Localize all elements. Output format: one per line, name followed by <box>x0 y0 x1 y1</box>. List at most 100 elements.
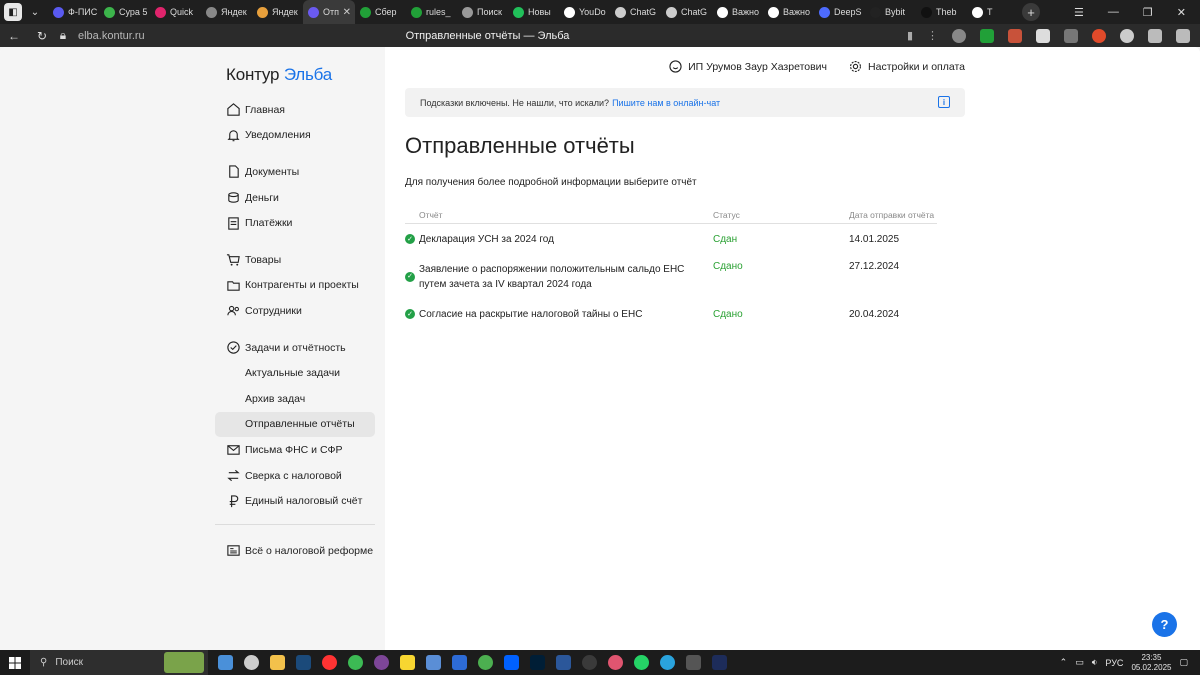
app-notes-icon[interactable] <box>400 655 415 670</box>
browser-tab[interactable]: DeepS <box>814 0 865 24</box>
report-name[interactable]: ✓ Согласие на раскрытие налоговой тайны о… <box>405 307 713 322</box>
app-steam-icon[interactable] <box>296 655 311 670</box>
browser-tab[interactable]: Bybit <box>865 0 916 24</box>
document-icon <box>225 164 241 180</box>
sidebar-item[interactable]: Отправленные отчёты <box>215 411 375 438</box>
app-telegram-icon[interactable] <box>660 655 675 670</box>
browser-tab[interactable]: Яндек <box>201 0 252 24</box>
taskbar-search[interactable]: ⚲ Поиск <box>30 650 208 675</box>
report-name[interactable]: ✓ Заявление о распоряжении положительным … <box>405 262 713 292</box>
extension-b-icon[interactable] <box>1092 28 1106 43</box>
sidebar-item[interactable]: Письма ФНС и СФР <box>215 437 375 463</box>
browser-tab[interactable]: ChatG <box>610 0 661 24</box>
app-chrome-icon[interactable] <box>348 655 363 670</box>
browser-tab[interactable]: Важно <box>712 0 763 24</box>
browser-tab[interactable]: Quick <box>150 0 201 24</box>
tray-chevron-icon[interactable]: ⌃ <box>1060 657 1068 668</box>
tray-language[interactable]: РУС <box>1105 658 1123 668</box>
browser-tab[interactable]: Сура 5 <box>99 0 150 24</box>
close-window-button[interactable]: ✕ <box>1177 6 1186 19</box>
browser-tab[interactable]: Сбер <box>355 0 406 24</box>
browser-tab[interactable]: ChatG <box>661 0 712 24</box>
info-icon[interactable]: i <box>938 96 950 108</box>
app-tor-icon[interactable] <box>374 655 389 670</box>
sidebar-item-label: Отправленные отчёты <box>245 418 355 431</box>
app-c-icon[interactable] <box>582 655 597 670</box>
table-row[interactable]: ✓ Согласие на раскрытие налоговой тайны о… <box>405 299 937 329</box>
report-name[interactable]: ✓ Декларация УСН за 2024 год <box>405 232 713 247</box>
start-button[interactable] <box>0 656 30 669</box>
sidebar-item[interactable]: Сверка с налоговой <box>215 463 375 489</box>
sidebar-item[interactable]: Сотрудники <box>215 298 375 324</box>
tray-volume-icon[interactable]: 🔉︎ <box>1092 657 1098 668</box>
tab-favicon-icon <box>206 6 217 18</box>
app-grid-icon[interactable] <box>452 655 467 670</box>
browser-tab[interactable]: Яндек <box>252 0 303 24</box>
app-dropbox-icon[interactable] <box>504 655 519 670</box>
user-menu[interactable]: ИП Урумов Заур Хазретович <box>669 60 827 73</box>
tray-clock[interactable]: 23:35 05.02.2025 <box>1131 653 1171 673</box>
extension-play-icon[interactable] <box>1120 28 1134 43</box>
sidebar-item[interactable]: Документы <box>215 159 375 185</box>
browser-tab[interactable]: Важно <box>763 0 814 24</box>
report-status: Сдано <box>713 308 743 320</box>
extension-red-icon[interactable] <box>1008 28 1022 43</box>
sidebar-item[interactable]: Платёжки <box>215 210 375 236</box>
table-row[interactable]: ✓ Декларация УСН за 2024 год Сдан 14.01.202… <box>405 224 937 254</box>
sidebar-item-label: Платёжки <box>245 217 293 230</box>
app-calculator-icon[interactable] <box>426 655 441 670</box>
browser-tab[interactable]: YouDo <box>559 0 610 24</box>
extension-check-icon[interactable] <box>1064 28 1078 43</box>
sidebar-item[interactable]: Задачи и отчётность <box>215 335 375 361</box>
tray-battery-icon[interactable]: ▭ <box>1075 657 1084 668</box>
app-cart-icon[interactable] <box>686 655 701 670</box>
header-date: Дата отправки отчёта <box>849 210 935 220</box>
sidebar-item[interactable]: Архив задач <box>215 386 375 412</box>
browser-tab[interactable]: Отп ✕ <box>303 0 355 24</box>
settings-link[interactable]: Настройки и оплата <box>849 60 965 73</box>
new-tab-button[interactable]: + <box>1022 3 1040 21</box>
sidebar-item[interactable]: Главная <box>215 97 375 123</box>
app-whatsapp-icon[interactable] <box>634 655 649 670</box>
sidebar-item-tax-reform[interactable]: Всё о налоговой реформе <box>215 538 375 564</box>
app-star-icon[interactable] <box>608 655 623 670</box>
sidebar-item[interactable]: Единый налоговый счёт <box>215 488 375 514</box>
sidebar-item[interactable]: Контрагенты и проекты <box>215 273 375 299</box>
tab-favicon-icon <box>870 6 881 18</box>
tab-list-chevron-icon[interactable]: ⌄ <box>26 3 44 21</box>
notifications-icon[interactable]: ▢ <box>1179 657 1188 668</box>
download-icon[interactable] <box>1176 28 1190 43</box>
app-task-view-icon[interactable] <box>218 655 233 670</box>
online-chat-link[interactable]: Пишите нам в онлайн-чат <box>612 98 720 108</box>
table-row[interactable]: ✓ Заявление о распоряжении положительным … <box>405 254 937 299</box>
browser-tab[interactable]: Ф-ПИС <box>48 0 99 24</box>
help-button[interactable]: ? <box>1152 612 1177 637</box>
sidebar-item[interactable]: Товары <box>215 247 375 273</box>
app-np-icon[interactable] <box>712 655 727 670</box>
browser-tab[interactable]: Поиск <box>457 0 508 24</box>
browser-tab[interactable]: Новы <box>508 0 559 24</box>
extension-shield-green-icon[interactable] <box>980 28 994 43</box>
close-tab-icon[interactable]: ✕ <box>343 7 351 18</box>
browser-tab[interactable]: T <box>967 0 1018 24</box>
app-explorer-icon[interactable] <box>270 655 285 670</box>
menu-icon[interactable]: ☰ <box>1074 6 1084 19</box>
sidebar-toggle-icon[interactable]: ◧ <box>4 3 22 21</box>
app-word-icon[interactable] <box>556 655 571 670</box>
browser-tab[interactable]: Theb <box>916 0 967 24</box>
browser-tab[interactable]: rules_ <box>406 0 457 24</box>
sidebar-item[interactable]: Актуальные задачи <box>215 360 375 386</box>
sidebar-item[interactable]: Уведомления <box>215 123 375 149</box>
minimize-button[interactable]: — <box>1108 6 1119 19</box>
sidebar-item[interactable]: Деньги <box>215 185 375 211</box>
extension-puzzle-icon[interactable] <box>1148 28 1162 43</box>
restore-button[interactable]: ❐ <box>1143 6 1153 19</box>
app-torrent-icon[interactable] <box>478 655 493 670</box>
app-yandex-icon[interactable] <box>322 655 337 670</box>
logo[interactable]: Контур Эльба <box>226 65 332 85</box>
extension-shield-icon[interactable] <box>1036 28 1050 43</box>
app-settings-icon[interactable] <box>244 655 259 670</box>
tab-label: Яндек <box>221 7 247 17</box>
app-photoshop-icon[interactable] <box>530 655 545 670</box>
system-tray: ⌃ ▭ 🔉︎ РУС 23:35 05.02.2025 ▢ <box>1060 653 1200 673</box>
